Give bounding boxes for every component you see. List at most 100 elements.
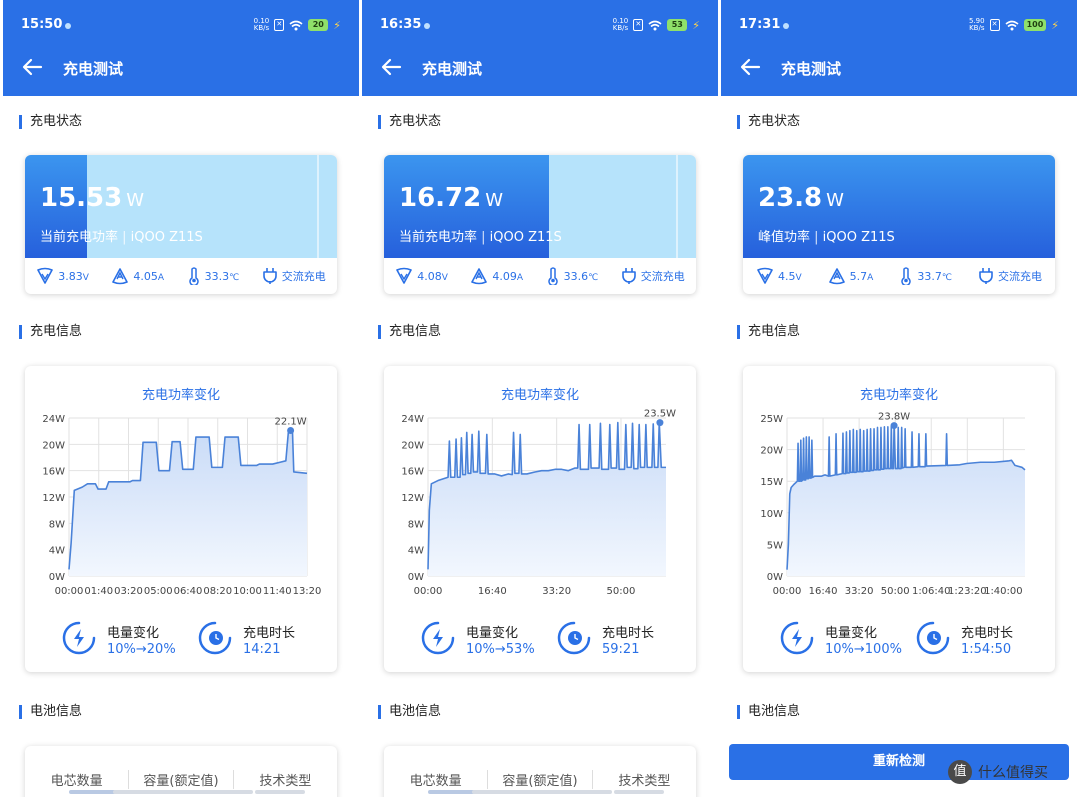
y-tick-label: 12W [42, 493, 65, 504]
page-title: 充电测试 [63, 60, 124, 78]
power-value: 16.72 W [399, 183, 504, 213]
voltage-metric: 4.08V [395, 267, 448, 285]
notification-dot-icon [65, 23, 71, 29]
duration-value: 59:21 [602, 642, 640, 657]
temperature-metric: 33.3℃ [187, 267, 239, 285]
duration-label: 充电时长 [602, 626, 655, 641]
battery-table-head: 电芯数量 容量(额定值) 技术类型 [384, 770, 696, 789]
x-tick-label: 50:00 [881, 586, 910, 597]
peak-label: 22.1W [275, 417, 307, 428]
power-caption: 峰值功率 | iQOO Z11S [758, 230, 895, 245]
power-line-chart: 0W 4W 8W 12W 16W 20W 24W 00:00 01:40 03:20 05:00 06… [42, 414, 322, 597]
thermometer-icon [901, 267, 912, 285]
x-tick-label: 13:20 [293, 586, 322, 597]
charge-summary: 电量变化 10%→53% 充电时长 59:21 [384, 616, 696, 666]
power-caption: 当前充电功率 | iQOO Z11S [40, 230, 203, 245]
x-tick-label: 33:20 [845, 586, 874, 597]
x-tick-label: 1:06:40 [912, 586, 951, 597]
current-metric: 4.09A [470, 267, 523, 285]
duration-value: 14:21 [243, 642, 281, 657]
temperature-metric: 33.7℃ [899, 267, 952, 285]
current-metric: 5.7A [828, 267, 873, 285]
charging-status-card: 23.8 W 峰值功率 | iQOO Z11S 4.5V 5.7A 33.7℃ 交… [743, 155, 1055, 294]
y-tick-label: 25W [760, 414, 783, 425]
plug-icon [621, 268, 636, 284]
net-speed: 5.90 KB/s [968, 17, 985, 32]
y-tick-label: 4W [49, 546, 65, 557]
clock-icon [198, 621, 232, 655]
wifi-icon [289, 20, 303, 31]
status-time: 16:35 [380, 17, 422, 32]
wifi-icon [1005, 20, 1019, 31]
clock-icon [557, 621, 591, 655]
section-battery-info: 电池信息 [19, 705, 82, 719]
page-title: 充电测试 [781, 60, 842, 78]
sim-icon: ✕ [989, 19, 1000, 31]
phone-screen-1: 15:50 0.10 KB/s ✕ 20 ⚡ 充电测试 充电状态 15.53 W … [3, 0, 359, 797]
phone-screen-3: 17:31 5.90 KB/s ✕ 100 ⚡ 充电测试 充电状态 23.8 W … [721, 0, 1077, 797]
peak-point [890, 422, 898, 430]
charging-bolt-icon: ⚡ [1051, 18, 1059, 32]
battery-change-icon [421, 621, 455, 655]
back-arrow-icon[interactable] [380, 56, 402, 78]
x-tick-label: 08:20 [203, 586, 232, 597]
temperature-metric: 33.6℃ [546, 267, 598, 285]
power-chart-card: 充电功率变化 0W 5W 10W 15W 20W 25W 00:00 16:40 33:20 50… [743, 366, 1055, 672]
power-hero: 16.72 W 当前充电功率 | iQOO Z11S [384, 155, 696, 258]
status-icons: 5.90 KB/s ✕ 100 ⚡ [969, 18, 1059, 32]
metrics-row: 3.83V 4.05A 33.3℃ 交流充电 [25, 258, 337, 294]
battery-change-value: 10%→100% [825, 642, 902, 657]
power-caption: 当前充电功率 | iQOO Z11S [399, 230, 562, 245]
x-tick-label: 16:40 [809, 586, 838, 597]
x-tick-label: 06:40 [174, 586, 203, 597]
y-tick-label: 0W [49, 572, 65, 583]
battery-change-label: 电量变化 [107, 626, 160, 641]
col-tech-type: 技术类型 [591, 770, 696, 789]
back-arrow-icon[interactable] [21, 56, 43, 78]
charging-status-card: 16.72 W 当前充电功率 | iQOO Z11S 4.08V 4.09A 33… [384, 155, 696, 294]
col-cell-count: 电芯数量 [50, 774, 103, 789]
x-tick-label: 33:20 [542, 586, 571, 597]
watermark: 值 什么值得买 [948, 760, 1048, 784]
battery-change-icon [780, 621, 814, 655]
duration-label: 充电时长 [243, 626, 296, 641]
y-tick-label: 20W [401, 440, 424, 451]
thermometer-icon [188, 267, 199, 285]
wifi-icon [648, 20, 662, 31]
y-tick-label: 8W [408, 519, 424, 530]
y-tick-label: 12W [401, 493, 424, 504]
x-tick-label: 03:20 [114, 586, 143, 597]
x-tick-label: 00:00 [55, 586, 84, 597]
metrics-row: 4.5V 5.7A 33.7℃ 交流充电 [743, 258, 1055, 294]
net-speed: 0.10 KB/s [253, 17, 270, 32]
charge-type-metric: 交流充电 [621, 267, 685, 285]
current-icon [471, 268, 488, 285]
battery-level: 20 [308, 19, 329, 31]
charge-type-metric: 交流充电 [262, 267, 326, 285]
peak-label: 23.5W [644, 409, 676, 420]
chart-title: 充电功率变化 [500, 388, 579, 403]
duration-value: 1:54:50 [961, 642, 1012, 657]
section-charging-info: 充电信息 [737, 325, 800, 339]
y-tick-label: 10W [760, 509, 783, 520]
page-title: 充电测试 [422, 60, 483, 78]
watermark-logo: 值 [948, 760, 972, 784]
sim-icon: ✕ [274, 19, 285, 31]
peak-point [287, 427, 295, 435]
x-tick-label: 1:40:00 [984, 586, 1023, 597]
chart-title: 充电功率变化 [859, 388, 938, 403]
power-line-chart: 0W 5W 10W 15W 20W 25W 00:00 16:40 33:20 50:00 1:06… [760, 412, 1026, 597]
status-time: 15:50 [21, 17, 63, 32]
peak-point [656, 419, 664, 427]
x-tick-label: 11:40 [263, 586, 292, 597]
phone-screen-2: 16:35 0.10 KB/s ✕ 53 ⚡ 充电测试 充电状态 16.72 W … [362, 0, 718, 797]
charge-type-metric: 交流充电 [978, 267, 1042, 285]
section-charging-status: 充电状态 [737, 115, 800, 129]
y-tick-label: 24W [401, 414, 424, 425]
y-tick-label: 16W [42, 467, 65, 478]
battery-info-card: 电芯数量 容量(额定值) 技术类型 [25, 746, 337, 797]
battery-level: 100 [1023, 19, 1047, 31]
net-speed: 0.10 KB/s [612, 17, 629, 32]
current-icon [828, 268, 845, 285]
back-arrow-icon[interactable] [739, 56, 761, 78]
